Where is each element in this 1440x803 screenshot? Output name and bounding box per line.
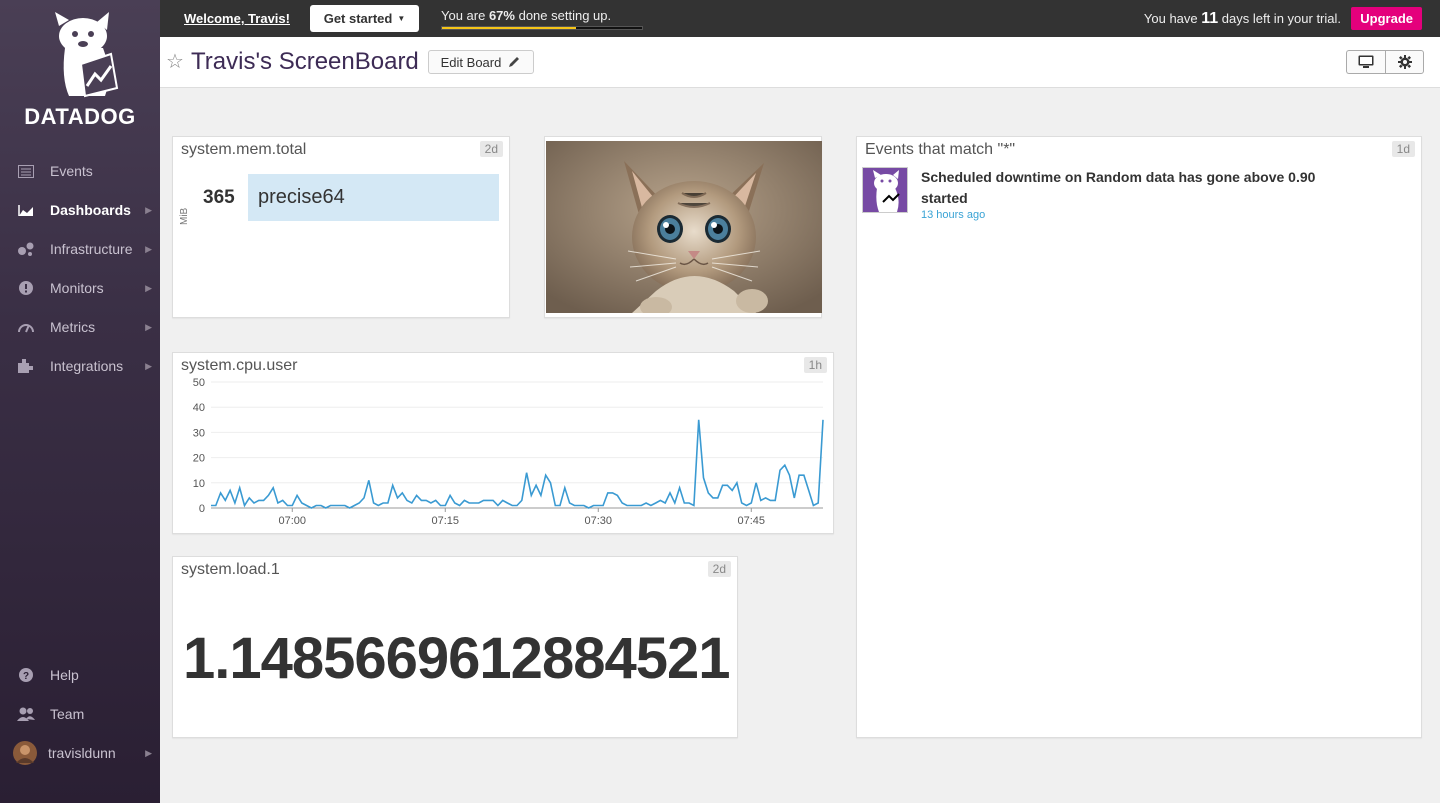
chevron-right-icon: ▶ [145,360,152,371]
toplist-bar: precise64 [248,174,499,221]
progress-suffix: done setting up. [514,8,612,23]
upgrade-button[interactable]: Upgrade [1351,7,1422,30]
event-title[interactable]: Scheduled downtime on Random data has go… [921,167,1361,209]
gear-icon [1397,55,1412,69]
x-tick-label: 07:15 [432,515,460,527]
setup-progress-fill [442,27,576,29]
get-started-button[interactable]: Get started ▼ [310,5,419,32]
x-tick-label: 07:30 [585,515,613,527]
trial-suffix: days left in your trial. [1218,11,1341,26]
sidebar-item-label: Integrations [50,358,124,374]
settings-button[interactable] [1385,50,1424,74]
timeframe-badge: 2d [707,561,731,577]
chevron-right-icon: ▶ [145,204,152,215]
sidebar-item-metrics[interactable]: Metrics ▶ [0,312,160,342]
x-tick-label: 07:45 [738,515,766,527]
chevron-right-icon: ▶ [145,243,152,254]
cpu-chart: 0 10 20 30 40 50 07:00 07:15 07:30 07:45 [193,377,824,527]
edit-board-button[interactable]: Edit Board [428,50,534,74]
setup-progress-bar [441,26,643,30]
y-tick-label: 20 [193,453,205,465]
toplist-host: precise64 [258,186,345,208]
datadog-dog-icon [55,12,119,98]
caret-down-icon: ▼ [397,14,406,23]
infrastructure-icon [17,241,35,257]
sidebar-item-integrations[interactable]: Integrations ▶ [0,351,160,381]
sidebar-item-label: Infrastructure [50,241,133,257]
brand-name: DATADOG [24,104,136,129]
header-actions [1346,50,1424,74]
help-icon: ? [17,667,35,683]
sidebar-item-label: Help [50,667,79,683]
monitors-icon [17,280,35,296]
y-tick-label: 50 [193,377,205,389]
x-tick-label: 07:00 [279,515,307,527]
toplist-widget[interactable]: system.mem.total 2d MiB 365 precise64 [172,136,510,318]
sidebar-item-events[interactable]: Events [0,156,160,186]
welcome-link[interactable]: Welcome, Travis! [184,11,290,26]
widget-title: system.load.1 [181,561,280,578]
trial-notice: You have 11 days left in your trial. [1144,10,1341,28]
page-title: Travis's ScreenBoard [191,48,419,75]
sidebar-item-label: travisldunn [48,745,116,761]
integrations-icon [17,358,35,374]
edit-board-label: Edit Board [440,54,502,70]
sidebar-item-team[interactable]: Team [0,699,160,729]
sidebar-item-label: Monitors [50,280,104,296]
kitten-image [546,141,822,313]
events-icon [17,163,35,179]
metrics-icon [17,319,35,335]
timeframe-badge: 1h [803,357,827,373]
event-time: 13 hours ago [921,209,986,221]
trial-days: 11 [1201,10,1219,27]
y-tick-label: 0 [199,503,205,515]
image-widget[interactable] [544,136,822,318]
sidebar-item-label: Metrics [50,319,96,335]
sidebar-item-label: Team [50,706,85,722]
avatar [13,741,37,765]
unit-label: MiB [179,207,190,225]
sidebar: DATADOG Events Dashboards ▶ Infrastructu… [0,0,160,803]
sidebar-item-label: Dashboards [50,202,131,218]
y-tick-label: 40 [193,402,205,414]
progress-percent: 67% [488,8,515,23]
datadog-logo[interactable]: DATADOG [0,8,160,133]
sidebar-item-user[interactable]: travisldunn ▶ [0,738,160,768]
setup-progress-text: You are 67% done setting up. [441,8,611,23]
widget-title: system.cpu.user [181,357,298,374]
dashboards-icon [17,202,35,218]
top-bar: Welcome, Travis! Get started ▼ You are 6… [160,0,1440,37]
pencil-icon [509,57,520,67]
cpu-series-line [211,419,824,509]
sidebar-item-monitors[interactable]: Monitors ▶ [0,273,160,303]
board-header: ☆ Travis's ScreenBoard Edit Board [160,37,1440,88]
timeframe-badge: 1d [1391,141,1415,157]
get-started-label: Get started [323,11,393,26]
widget-title: system.mem.total [181,141,307,158]
chevron-right-icon: ▶ [145,747,152,758]
widget-title: Events that match "*" [865,141,1016,158]
sidebar-item-label: Events [50,163,93,179]
y-tick-label: 10 [193,478,205,490]
trial-prefix: You have [1143,11,1202,26]
datadog-avatar-icon [862,167,908,213]
tv-mode-button[interactable] [1346,50,1385,74]
sidebar-item-help[interactable]: ? Help [0,660,160,690]
team-icon [17,706,35,722]
query-value: 1.1485669612884521 [183,626,730,691]
star-icon[interactable]: ☆ [166,49,184,74]
query-value-widget[interactable]: system.load.1 2d 1.1485669612884521 [172,556,738,738]
event-stream-widget[interactable]: Events that match "*" 1d Scheduled downt… [856,136,1422,738]
chevron-right-icon: ▶ [145,282,152,293]
monitor-icon [1358,55,1374,68]
sidebar-item-dashboards[interactable]: Dashboards ▶ [0,195,160,225]
timeframe-badge: 2d [479,141,503,157]
timeseries-widget[interactable]: system.cpu.user 1h 0 10 20 30 40 50 07:00 07:15… [172,352,834,534]
progress-prefix: You are [441,8,489,23]
toplist-value: 365 [203,187,235,208]
svg-text:?: ? [23,671,29,682]
sidebar-item-infrastructure[interactable]: Infrastructure ▶ [0,234,160,264]
y-tick-label: 30 [193,427,205,439]
chevron-right-icon: ▶ [145,321,152,332]
